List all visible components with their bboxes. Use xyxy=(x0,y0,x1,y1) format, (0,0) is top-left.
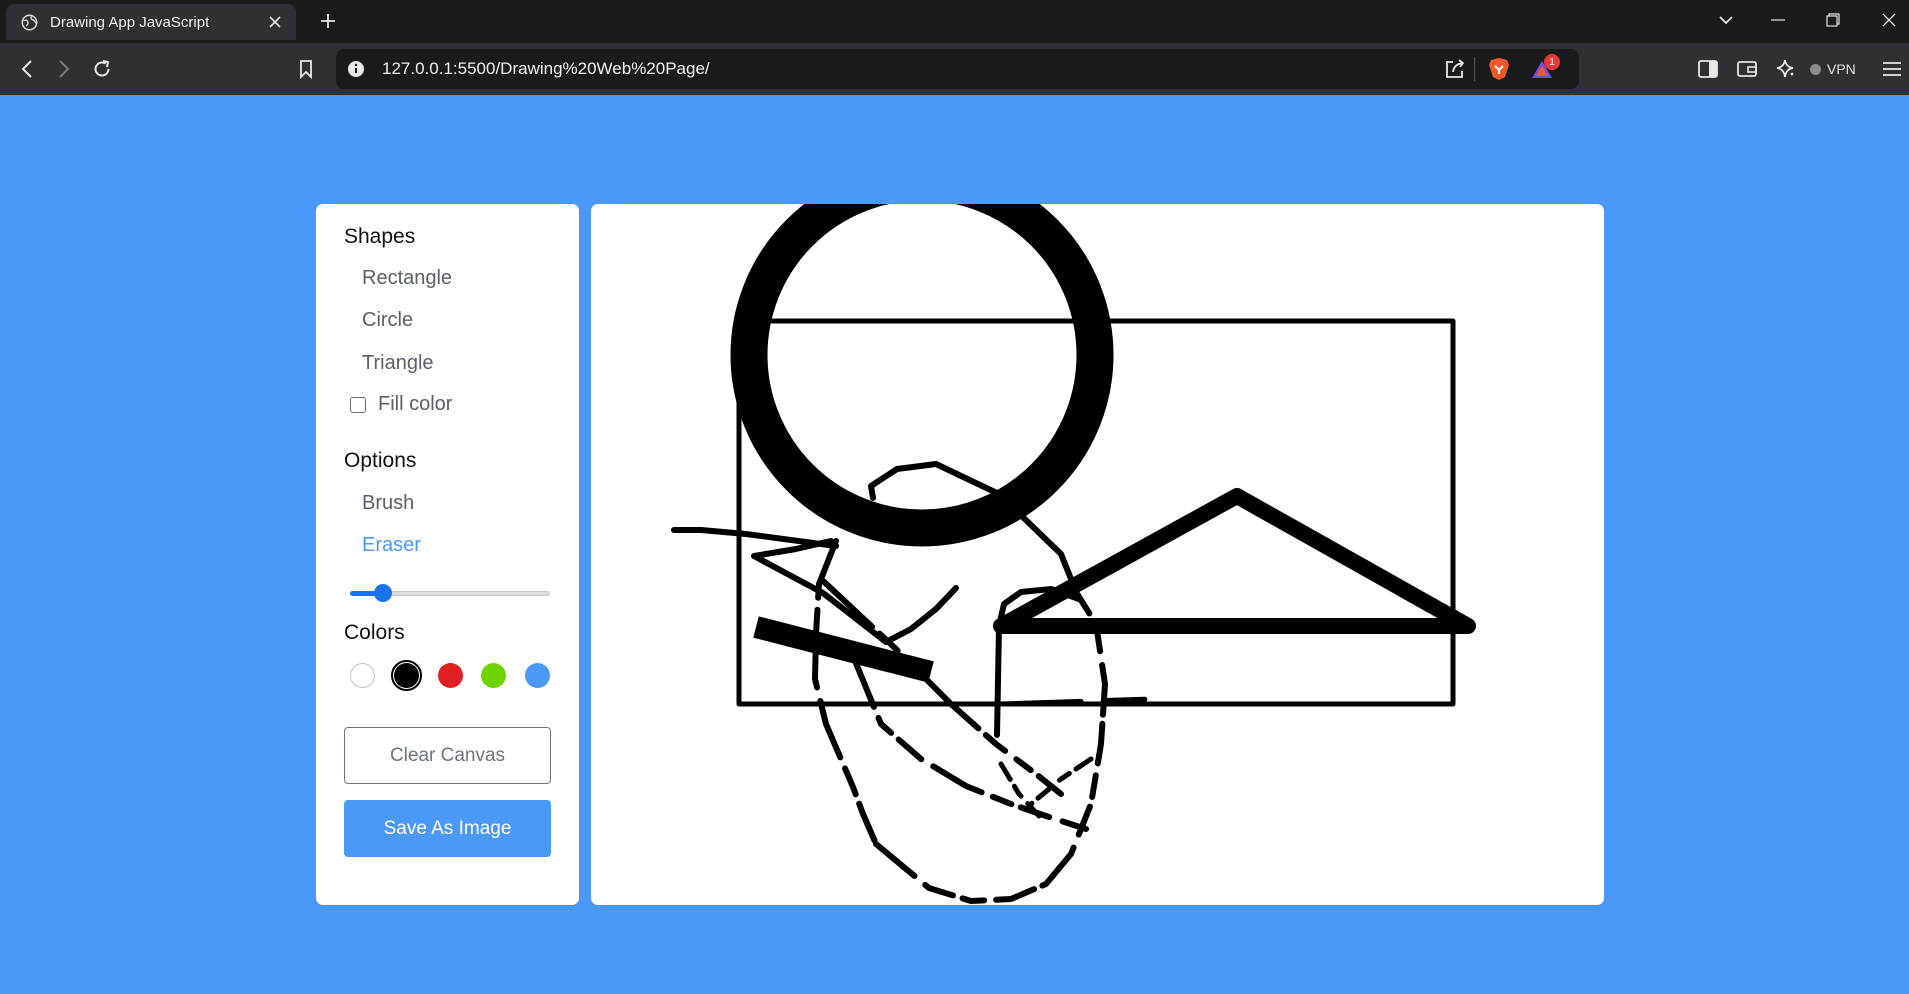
brave-shield-icon[interactable] xyxy=(1488,57,1510,85)
globe-icon xyxy=(20,13,38,31)
drawing-canvas[interactable] xyxy=(591,204,1604,905)
options-title: Options xyxy=(344,449,417,472)
brush-stroke xyxy=(998,756,1094,819)
option-rectangle[interactable]: Rectangle xyxy=(362,267,452,290)
color-swatch-black[interactable] xyxy=(391,660,422,691)
option-eraser[interactable]: Eraser xyxy=(362,534,421,557)
vpn-status-icon xyxy=(1810,63,1821,75)
bookmark-icon[interactable] xyxy=(290,53,322,85)
fill-color-toggle[interactable]: Fill color xyxy=(350,393,452,416)
fill-color-label: Fill color xyxy=(378,393,453,415)
address-divider xyxy=(1474,57,1475,81)
color-swatch-blue[interactable] xyxy=(525,663,550,688)
forward-icon[interactable] xyxy=(48,53,80,85)
vpn-button[interactable]: VPN xyxy=(1810,57,1856,81)
tools-board: Shapes Rectangle Circle Triangle Fill co… xyxy=(316,204,579,905)
address-bar[interactable]: 127.0.0.1:5500/Drawing%20Web%20Page/ 1 xyxy=(336,49,1579,89)
wallet-icon[interactable] xyxy=(1731,53,1763,85)
shapes-title: Shapes xyxy=(344,225,416,248)
browser-tab-strip: Drawing App JavaScript xyxy=(0,0,1909,43)
rewards-badge: 1 xyxy=(1544,54,1560,70)
window-close-icon[interactable] xyxy=(1866,0,1909,40)
url-text: 127.0.0.1:5500/Drawing%20Web%20Page/ xyxy=(382,59,710,78)
color-swatch-red[interactable] xyxy=(438,663,463,688)
chevron-down-icon[interactable] xyxy=(1703,0,1749,40)
fill-color-checkbox[interactable] xyxy=(350,396,366,413)
sidebar-icon[interactable] xyxy=(1692,53,1724,85)
size-slider[interactable] xyxy=(350,584,550,602)
leo-icon[interactable] xyxy=(1769,53,1801,85)
reload-icon[interactable] xyxy=(86,53,118,85)
drawn-triangle xyxy=(993,488,1476,634)
back-icon[interactable] xyxy=(11,53,43,85)
plus-icon[interactable] xyxy=(313,6,343,36)
option-circle[interactable]: Circle xyxy=(362,309,413,332)
color-swatch-white[interactable] xyxy=(350,663,375,688)
minimize-icon[interactable] xyxy=(1755,0,1801,40)
tab-title: Drawing App JavaScript xyxy=(50,13,210,31)
share-icon[interactable] xyxy=(1444,58,1466,84)
drawn-circle xyxy=(730,204,1114,547)
option-triangle[interactable]: Triangle xyxy=(362,352,434,375)
canvas-drawing xyxy=(671,204,1476,904)
option-brush[interactable]: Brush xyxy=(362,492,414,515)
colors-title: Colors xyxy=(344,621,405,644)
clear-canvas-button[interactable]: Clear Canvas xyxy=(344,727,551,784)
browser-tab[interactable]: Drawing App JavaScript xyxy=(6,4,296,40)
size-slider-thumb[interactable] xyxy=(374,584,393,602)
vpn-label: VPN xyxy=(1827,61,1856,77)
info-icon[interactable] xyxy=(347,60,365,82)
color-swatch-green[interactable] xyxy=(481,663,506,688)
save-image-button[interactable]: Save As Image xyxy=(344,800,551,857)
menu-icon[interactable] xyxy=(1876,53,1908,85)
close-icon[interactable] xyxy=(264,11,286,33)
brush-stroke xyxy=(850,653,1089,832)
browser-toolbar: 127.0.0.1:5500/Drawing%20Web%20Page/ 1 V… xyxy=(0,43,1909,95)
restore-icon[interactable] xyxy=(1810,0,1856,40)
